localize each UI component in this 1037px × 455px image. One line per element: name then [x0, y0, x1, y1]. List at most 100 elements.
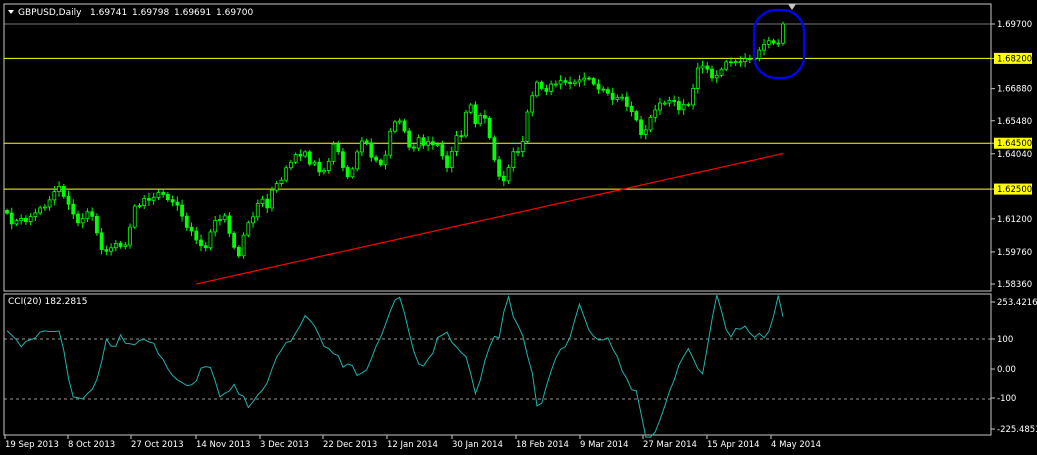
candle-body: [255, 203, 260, 218]
candle[interactable]: [128, 223, 132, 249]
candle-body: [118, 243, 123, 247]
candle[interactable]: [407, 127, 412, 151]
candle-body: [591, 78, 596, 85]
candle-body: [52, 191, 57, 201]
candle-body: [236, 246, 241, 257]
candle[interactable]: [648, 115, 653, 133]
candle-body: [473, 104, 478, 125]
candle-body: [374, 156, 378, 161]
candle-body: [511, 151, 516, 168]
candle[interactable]: [724, 59, 729, 72]
candle[interactable]: [539, 80, 544, 91]
candle-body: [421, 137, 426, 146]
candle[interactable]: [388, 127, 393, 159]
candle-body: [175, 201, 180, 206]
cci-tick-label: -225.4853: [997, 425, 1037, 435]
candle[interactable]: [535, 80, 539, 98]
candle-body: [151, 196, 156, 201]
candle-body: [681, 104, 686, 111]
candle[interactable]: [464, 109, 468, 139]
candle[interactable]: [341, 147, 345, 172]
candle-body: [771, 40, 776, 44]
candle-body: [558, 80, 563, 85]
candle-body: [378, 159, 383, 166]
candle-body: [147, 198, 151, 201]
candle[interactable]: [227, 212, 232, 238]
time-tick-label: 22 Dec 2013: [323, 440, 377, 450]
candle-body: [232, 232, 237, 248]
candle-body: [464, 111, 468, 137]
candle[interactable]: [345, 165, 350, 180]
candle-body: [634, 111, 639, 121]
candle-body: [695, 67, 700, 89]
candle[interactable]: [487, 116, 492, 140]
candle[interactable]: [492, 135, 497, 163]
candle-body: [440, 144, 445, 157]
candle-body: [615, 96, 620, 100]
candle[interactable]: [307, 149, 312, 167]
candle[interactable]: [350, 167, 355, 179]
candle[interactable]: [293, 152, 298, 165]
candle[interactable]: [781, 21, 785, 46]
candle-body: [341, 151, 345, 168]
close-value: 1.69700: [216, 8, 253, 18]
candle[interactable]: [284, 165, 289, 183]
candle[interactable]: [132, 204, 137, 229]
candle-body: [19, 218, 24, 222]
candle-body: [251, 216, 255, 224]
candle-body: [705, 65, 710, 70]
candle[interactable]: [241, 232, 246, 259]
candle-body: [568, 81, 572, 85]
candle-body: [700, 65, 705, 69]
candle-body: [672, 99, 677, 102]
candle-body: [260, 198, 265, 204]
candle[interactable]: [473, 101, 478, 128]
high-value: 1.69798: [132, 8, 169, 18]
candle-body: [364, 140, 369, 144]
candle[interactable]: [270, 186, 274, 212]
candle[interactable]: [331, 141, 336, 165]
candle-body: [653, 109, 658, 118]
candle[interactable]: [236, 245, 241, 258]
candle-body: [738, 61, 743, 64]
candle[interactable]: [506, 164, 511, 184]
candle[interactable]: [719, 67, 724, 78]
price-tick-label: 1.64040: [997, 150, 1032, 160]
candle-body: [359, 140, 364, 153]
candle-body: [208, 231, 213, 249]
candle-body: [57, 185, 61, 193]
candle-body: [402, 120, 407, 132]
price-tick-label: 1.61200: [997, 215, 1032, 225]
candle-body: [639, 119, 643, 135]
candle[interactable]: [246, 220, 251, 238]
candle-body: [345, 167, 350, 178]
candle-body: [601, 88, 606, 91]
candle[interactable]: [61, 183, 66, 199]
candle[interactable]: [402, 118, 407, 134]
candle[interactable]: [525, 109, 530, 144]
candle-body: [194, 230, 199, 241]
low-value: 1.69691: [174, 8, 211, 18]
time-tick-label: 9 Mar 2014: [580, 440, 628, 450]
candle[interactable]: [208, 229, 213, 251]
candle-body: [520, 140, 525, 152]
candle-body: [213, 220, 218, 233]
candle-body: [714, 74, 719, 79]
candle-body: [677, 101, 681, 111]
candle-body: [624, 96, 629, 107]
candle-body: [435, 144, 440, 146]
candle[interactable]: [634, 109, 639, 122]
price-tick-label: 1.65480: [997, 117, 1032, 127]
candle[interactable]: [232, 231, 237, 250]
candle[interactable]: [591, 76, 596, 86]
candle[interactable]: [468, 102, 473, 115]
candle[interactable]: [95, 213, 99, 236]
candle[interactable]: [393, 119, 397, 134]
chart-canvas[interactable]: 1.69700 1.68200 1.66880 1.65480 1.645001.640…: [0, 0, 1037, 455]
candle-body: [76, 213, 80, 224]
candle-body: [33, 212, 38, 217]
candle[interactable]: [355, 149, 360, 172]
candle[interactable]: [497, 156, 501, 180]
time-tick-label: 3 Dec 2013: [260, 440, 309, 450]
candle-body: [454, 135, 459, 152]
